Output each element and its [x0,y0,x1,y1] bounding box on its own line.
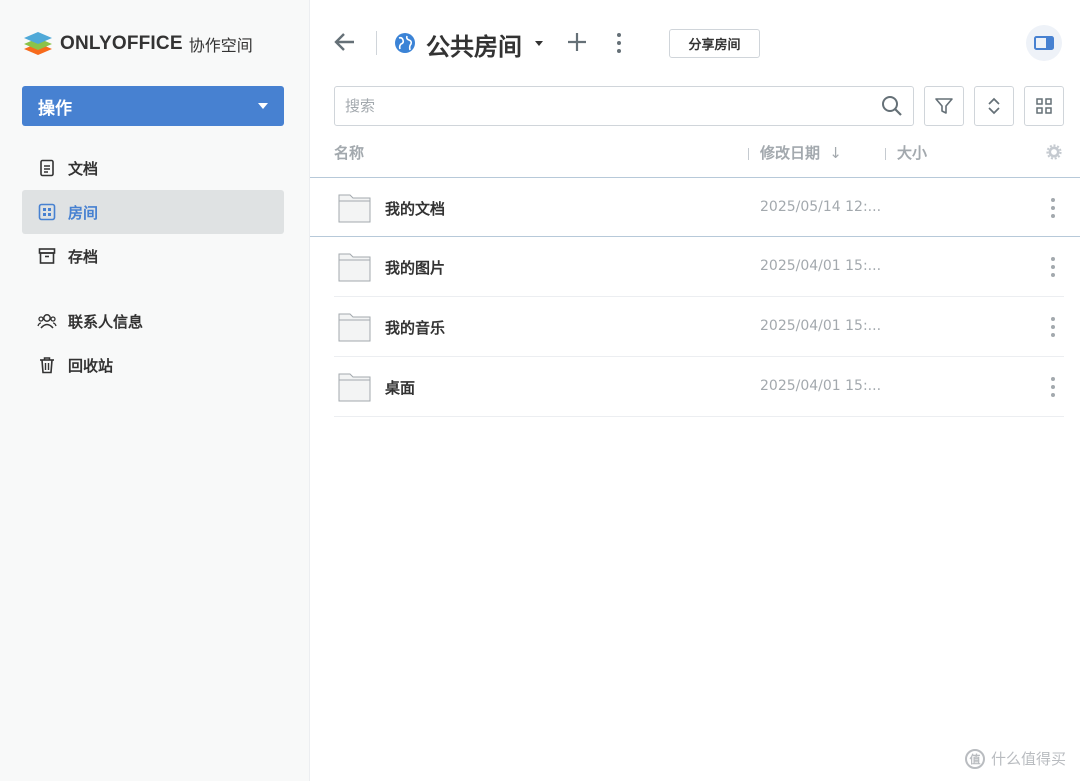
column-resize-handle[interactable] [885,148,886,160]
row-more-icon[interactable] [1048,255,1058,279]
table-row[interactable]: 我的文档 2025/05/14 12:... [310,177,1080,237]
folder-icon [338,313,371,342]
archive-icon [37,246,57,266]
globe-icon [395,33,415,53]
header-divider [376,31,377,55]
table-row[interactable]: 我的图片 2025/04/01 15:... [334,237,1064,297]
sidebar-item-documents[interactable]: 文档 [22,146,284,190]
column-header-modified[interactable]: 修改日期 ↓ [760,142,842,163]
trash-icon [37,355,57,375]
row-more-icon[interactable] [1048,196,1058,220]
sort-down-icon: ↓ [829,144,842,162]
column-settings-gear-icon[interactable] [1046,144,1062,160]
actions-button-label: 操作 [38,98,72,119]
brand-subtitle: 协作空间 [188,36,253,55]
caret-down-icon [258,103,268,109]
contacts-icon [37,311,57,331]
sort-icon [988,97,1000,115]
search-input[interactable] [335,87,865,125]
folder-icon [338,253,371,282]
view-toggle-button[interactable] [1024,86,1064,126]
sidebar-item-label: 房间 [68,203,99,222]
search-box [334,86,914,126]
document-icon [37,158,57,178]
sidebar-item-trash[interactable]: 回收站 [22,343,284,387]
column-header-name[interactable]: 名称 [334,142,364,163]
row-date: 2025/05/14 12:... [760,199,882,215]
sidebar-nav: 文档 房间 存档 联系人信息 回收站 [22,146,284,387]
column-header-modified-label: 修改日期 [760,144,821,162]
sidebar-item-label: 联系人信息 [68,312,144,331]
filter-button[interactable] [924,86,964,126]
watermark-badge: 值 [964,748,985,769]
sort-button[interactable] [974,86,1014,126]
sidebar-item-label: 存档 [68,247,99,266]
row-name[interactable]: 我的音乐 [385,317,445,338]
back-arrow-icon[interactable] [333,30,357,54]
add-icon[interactable] [566,31,588,53]
row-name[interactable]: 桌面 [385,377,415,398]
file-list: 我的文档 2025/05/14 12:... 我的图片 2025/04/01 1… [310,177,1080,417]
table-row[interactable]: 桌面 2025/04/01 15:... [334,357,1064,417]
logo[interactable]: ONLYOFFICE 协作空间 [22,28,253,60]
table-header: 名称 修改日期 ↓ 大小 [334,140,1064,164]
row-date: 2025/04/01 15:... [760,258,882,274]
sidebar-item-label: 回收站 [68,356,114,375]
table-row[interactable]: 我的音乐 2025/04/01 15:... [334,297,1064,357]
side-panel-icon [1034,36,1054,50]
actions-button[interactable]: 操作 [22,86,284,126]
sidebar-item-rooms[interactable]: 房间 [22,190,284,234]
sidebar: ONLYOFFICE 协作空间 操作 文档 房间 存档 联系人信息 回收站 [0,0,310,781]
grid-view-icon [1036,98,1052,114]
folder-icon [338,194,371,223]
sidebar-item-label: 文档 [68,159,99,178]
more-options-icon[interactable] [612,31,626,55]
row-name[interactable]: 我的文档 [385,198,445,219]
row-more-icon[interactable] [1048,315,1058,339]
sidebar-item-contacts[interactable]: 联系人信息 [22,299,284,343]
onlyoffice-logo-icon [24,32,52,55]
filter-icon [935,98,953,114]
watermark: 值 什么值得买 [964,748,1066,769]
brand-name: ONLYOFFICE [60,33,183,54]
row-name[interactable]: 我的图片 [385,257,445,278]
watermark-text: 什么值得买 [990,750,1066,768]
column-header-size[interactable]: 大小 [897,142,927,163]
rooms-icon [37,202,57,222]
column-resize-handle[interactable] [748,148,749,160]
caret-down-icon[interactable] [535,41,543,46]
share-room-label: 分享房间 [688,38,741,53]
room-title[interactable]: 公共房间 [426,27,522,62]
row-more-icon[interactable] [1048,375,1058,399]
sidebar-item-archive[interactable]: 存档 [22,234,284,278]
row-date: 2025/04/01 15:... [760,378,882,394]
search-icon[interactable] [881,95,903,117]
share-room-button[interactable]: 分享房间 [669,29,760,58]
info-panel-toggle[interactable] [1026,25,1062,61]
folder-icon [338,373,371,402]
row-date: 2025/04/01 15:... [760,318,882,334]
